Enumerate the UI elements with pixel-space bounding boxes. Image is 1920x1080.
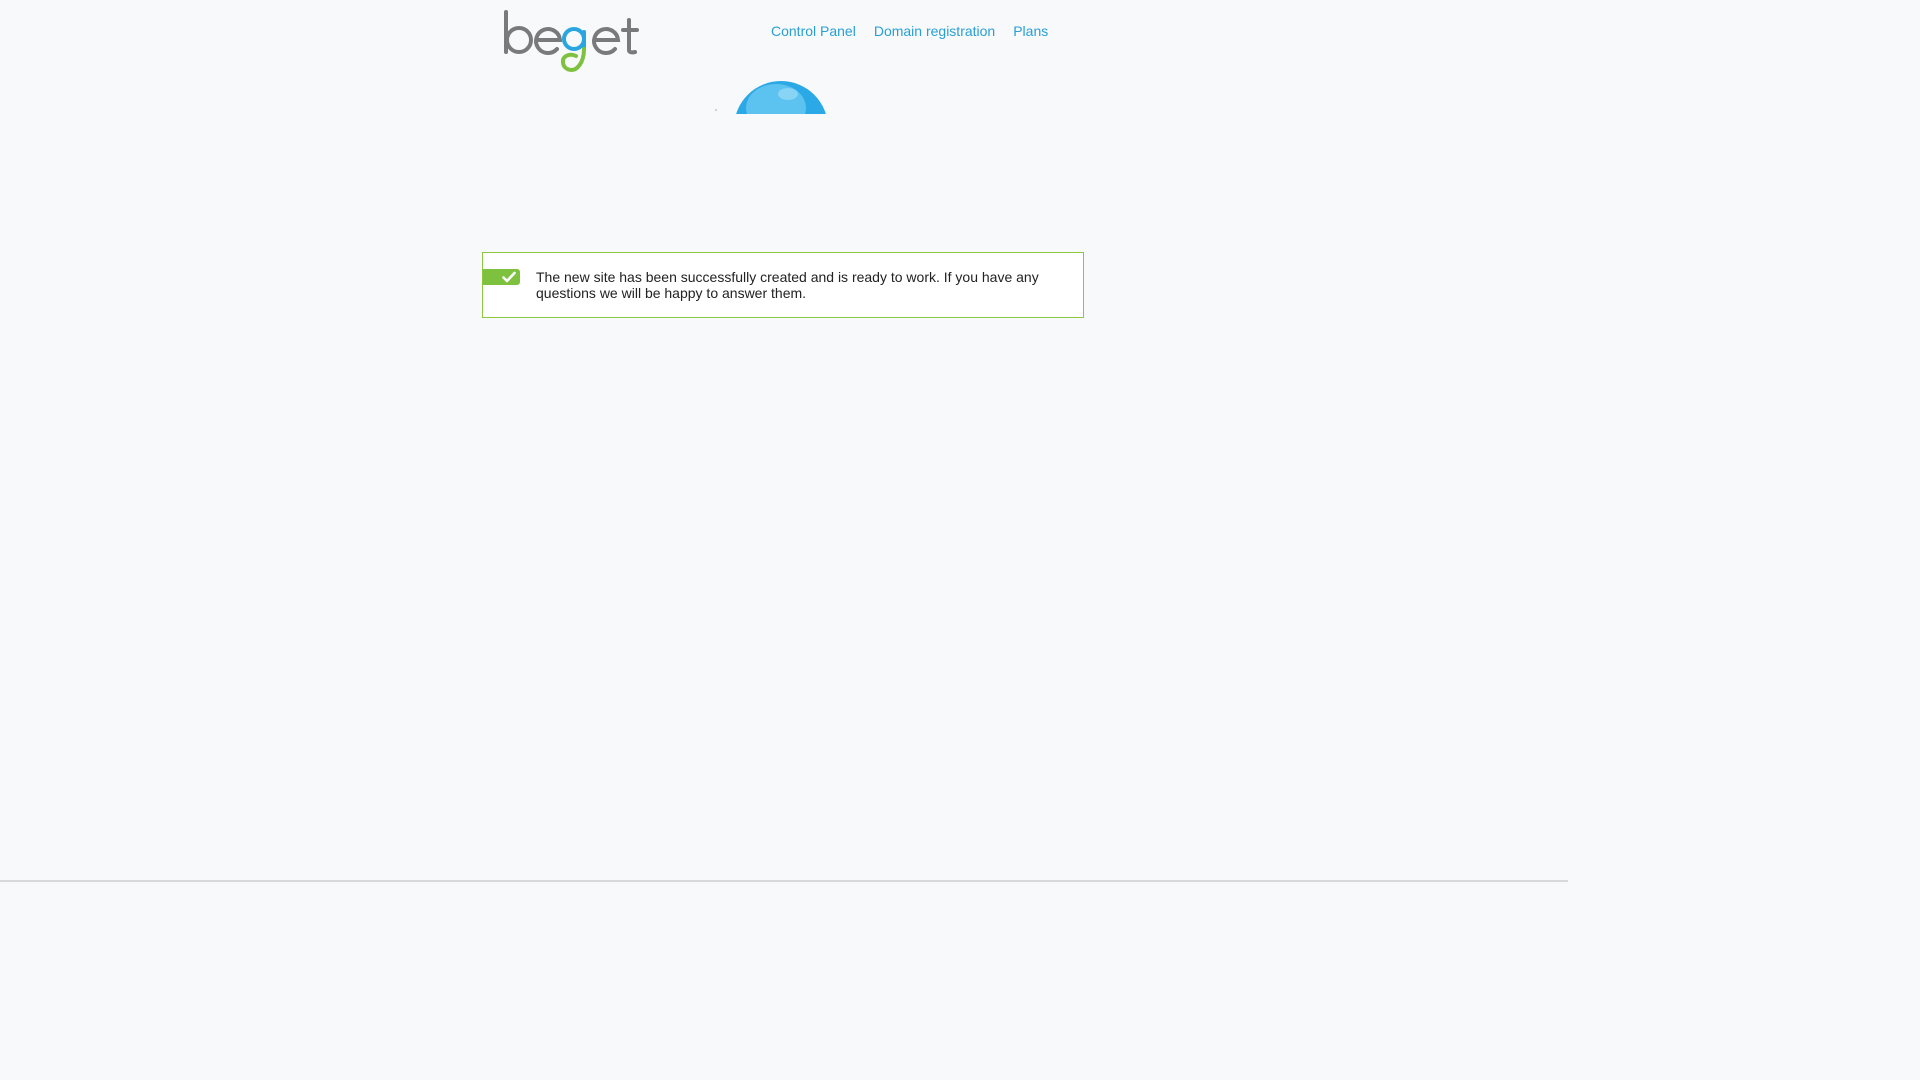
success-badge — [483, 269, 520, 285]
nav-plans[interactable]: Plans — [1004, 22, 1057, 40]
top-nav: Control Panel Domain registration Plans — [762, 22, 1057, 40]
nav-domain-registration[interactable]: Domain registration — [865, 22, 1004, 40]
success-notice: The new site has been successfully creat… — [482, 252, 1084, 318]
footer-divider — [0, 880, 1568, 882]
balloon-icon — [712, 78, 842, 114]
notice-message: The new site has been successfully creat… — [536, 269, 1039, 301]
brand-logo[interactable] — [500, 8, 640, 78]
beget-logo-icon — [504, 10, 639, 73]
nav-control-panel[interactable]: Control Panel — [762, 22, 865, 40]
page: Control Panel Domain registration Plans … — [0, 0, 1568, 882]
checkmark-icon — [502, 271, 516, 283]
